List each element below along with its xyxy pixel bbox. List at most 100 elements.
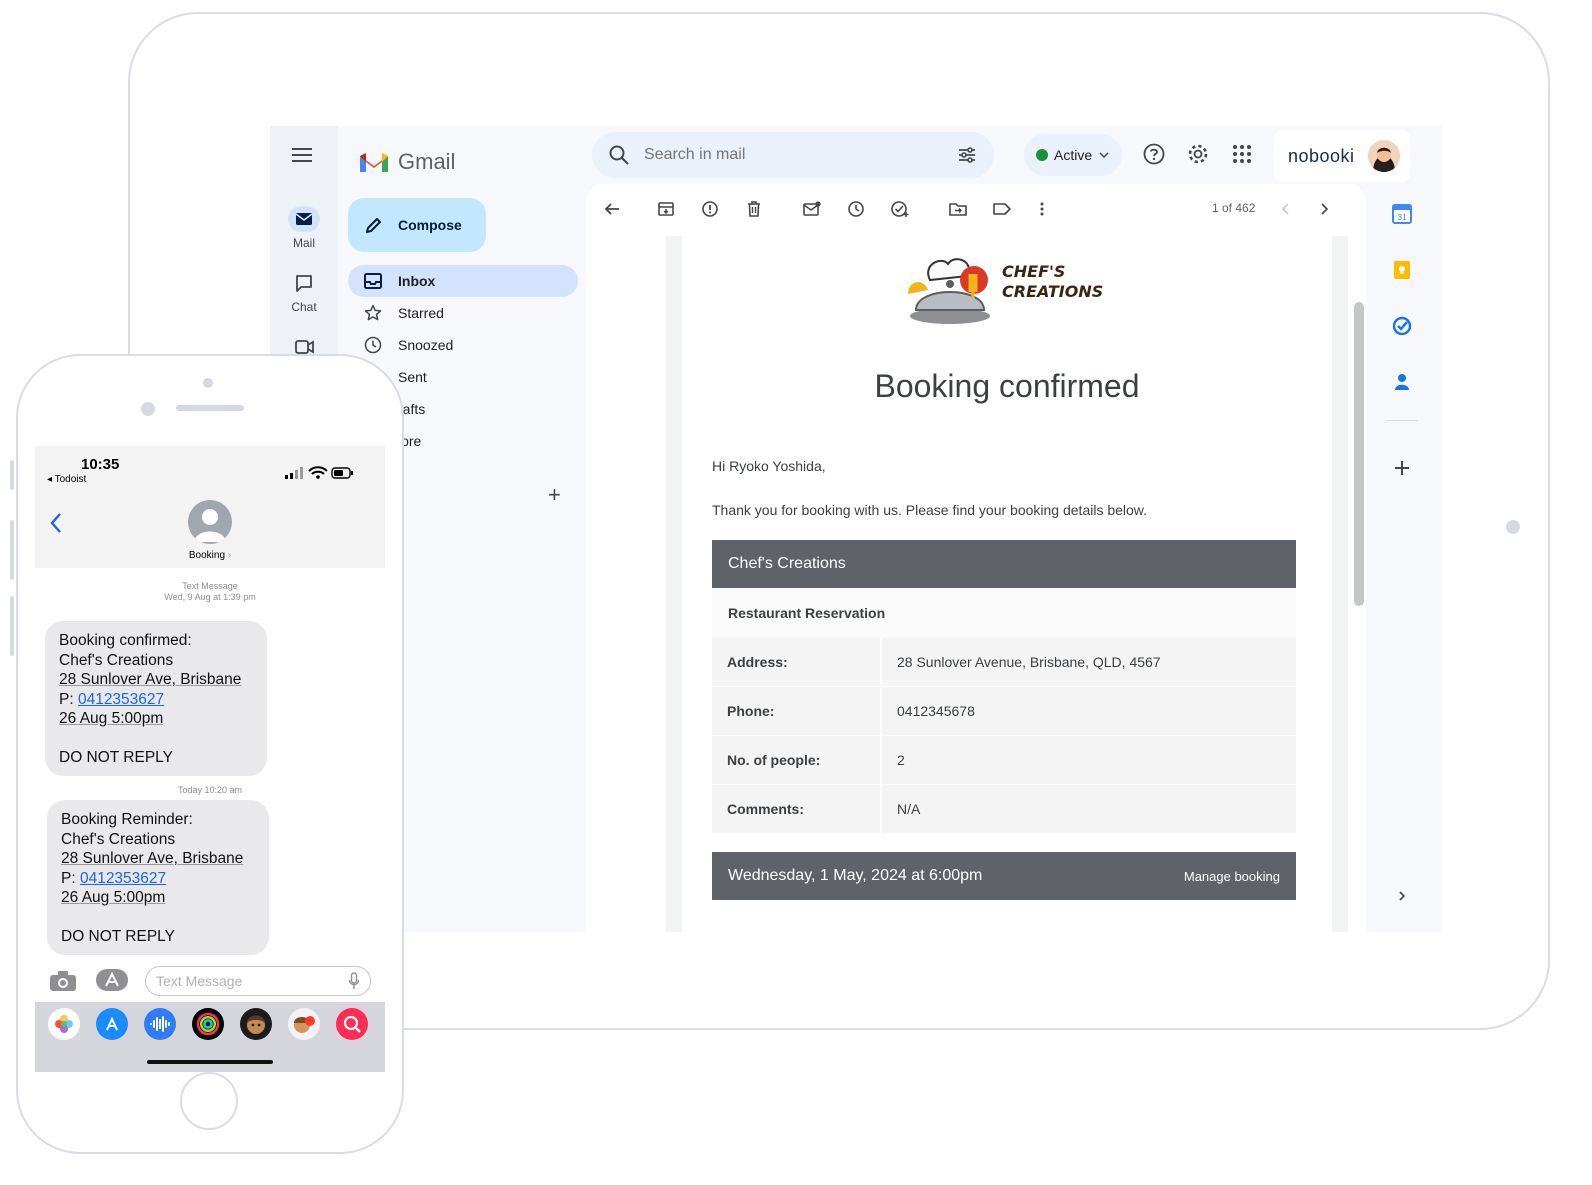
filter-options-icon[interactable]	[956, 144, 978, 166]
logo-line-2: CREATIONS	[1002, 282, 1104, 301]
user-avatar	[1368, 140, 1400, 172]
row-key: Address:	[727, 654, 788, 670]
message-address[interactable]: 28 Sunlover Ave, Brisbane	[61, 849, 255, 869]
nav-starred-label: Starred	[398, 305, 444, 321]
snooze-clock-icon[interactable]	[844, 197, 868, 221]
booking-row-address: Address: 28 Sunlover Avenue, Brisbane, Q…	[712, 638, 1296, 687]
svg-text:31: 31	[1398, 213, 1407, 222]
add-task-icon[interactable]	[888, 197, 912, 221]
add-addon-icon[interactable]	[1390, 456, 1414, 480]
newer-chevron-icon[interactable]	[1274, 197, 1298, 221]
main-menu-icon[interactable]	[292, 146, 314, 169]
label-icon[interactable]	[990, 197, 1014, 221]
phone-home-button[interactable]	[180, 1072, 238, 1130]
older-chevron-icon[interactable]	[1312, 197, 1336, 221]
account-switcher[interactable]: nobooki	[1274, 130, 1410, 182]
restaurant-logo: CHEF'S CREATIONS	[902, 244, 1142, 324]
back-arrow-icon[interactable]	[600, 197, 624, 221]
message-phone-link[interactable]: 0412353627	[78, 691, 164, 708]
row-value: N/A	[897, 801, 921, 817]
contacts-icon[interactable]	[1390, 370, 1414, 394]
report-spam-icon[interactable]	[698, 197, 722, 221]
message-address[interactable]: 28 Sunlover Ave, Brisbane	[59, 670, 253, 690]
manage-booking-link[interactable]: Manage booking	[1184, 869, 1280, 884]
back-to-app-link[interactable]: ◂ Todoist	[47, 474, 86, 485]
app-store-icon[interactable]	[96, 1008, 128, 1040]
message-phone-line: P: 0412353627	[61, 869, 255, 889]
settings-gear-icon[interactable]	[1184, 140, 1212, 168]
archive-icon[interactable]	[654, 197, 678, 221]
status-dropdown[interactable]: Active	[1024, 134, 1122, 176]
message-bubble-2[interactable]: Booking Reminder: Chef's Creations 28 Su…	[47, 800, 269, 955]
mail-icon	[288, 206, 320, 232]
contact-name-text: Booking	[188, 550, 226, 561]
booking-row-comments: Comments: N/A	[712, 785, 1296, 834]
inbox-icon	[364, 273, 382, 289]
imessage-app-tray	[35, 1002, 385, 1072]
status-time: 10:35	[81, 456, 120, 473]
gmail-logo[interactable]: Gmail	[358, 142, 455, 182]
nav-inbox-label: Inbox	[398, 273, 436, 289]
phone-prefix: P:	[61, 869, 80, 887]
messages-header: 10:35 ◂ Todoist Booking ›	[35, 446, 385, 568]
search-bar[interactable]	[592, 132, 994, 178]
chevron-right-icon: ›	[225, 550, 232, 561]
keep-icon[interactable]	[1390, 258, 1414, 282]
trash-icon[interactable]	[742, 197, 766, 221]
nav-inbox[interactable]: Inbox	[348, 265, 578, 297]
message-phone-link[interactable]: 0412353627	[80, 870, 166, 887]
add-label-icon[interactable]: +	[548, 482, 561, 508]
memoji-stickers-icon[interactable]	[288, 1008, 320, 1040]
message-date[interactable]: 26 Aug 5:00pm	[59, 709, 253, 729]
tasks-icon[interactable]	[1390, 314, 1414, 338]
meta-line: Text Message	[182, 581, 238, 591]
message-input[interactable]: Text Message	[145, 966, 371, 996]
message-line: Booking confirmed:	[59, 632, 192, 649]
search-input[interactable]	[642, 145, 944, 165]
message-bubble-1[interactable]: Booking confirmed: Chef's Creations 28 S…	[45, 621, 267, 776]
phone-volume-down	[10, 596, 14, 656]
contact-avatar[interactable]	[188, 500, 232, 544]
message-toolbar: 1 of 462	[586, 184, 1366, 234]
message-date[interactable]: 26 Aug 5:00pm	[61, 888, 255, 908]
compose-button[interactable]: Compose	[348, 198, 486, 252]
rail-chat[interactable]: Chat	[270, 270, 338, 314]
app-store-apps-icon[interactable]	[95, 968, 129, 992]
message-line: Booking Reminder:	[61, 811, 193, 828]
contact-name[interactable]: Booking ›	[35, 550, 385, 561]
microphone-icon[interactable]	[348, 972, 360, 990]
memoji-icon[interactable]	[240, 1008, 272, 1040]
meta-line: Wed, 9 Aug at 1:39 pm	[164, 592, 256, 602]
status-icons	[285, 466, 353, 479]
calendar-icon[interactable]: 31	[1390, 202, 1414, 226]
home-indicator[interactable]	[147, 1060, 273, 1064]
email-body: CHEF'S CREATIONS Booking confirmed Hi Ry…	[666, 236, 1348, 932]
side-divider	[1386, 420, 1418, 421]
gmail-wordmark: Gmail	[398, 149, 456, 174]
more-vertical-icon[interactable]	[1030, 197, 1054, 221]
mark-unread-icon[interactable]	[800, 197, 824, 221]
back-chevron-icon[interactable]	[49, 512, 63, 534]
pane-scrollbar[interactable]	[1354, 302, 1364, 606]
audio-message-icon[interactable]	[144, 1008, 176, 1040]
move-to-folder-icon[interactable]	[946, 197, 970, 221]
nav-starred[interactable]: Starred	[348, 297, 578, 329]
rail-mail[interactable]: Mail	[270, 206, 338, 250]
help-icon[interactable]	[1140, 140, 1168, 168]
camera-icon[interactable]	[49, 970, 77, 992]
booking-card-subtitle: Restaurant Reservation	[712, 588, 1296, 638]
nav-snoozed[interactable]: Snoozed	[348, 329, 578, 361]
fitness-rings-icon[interactable]	[192, 1008, 224, 1040]
email-title: Booking confirmed	[874, 368, 1140, 404]
clock-icon	[364, 336, 382, 354]
chat-icon	[288, 270, 320, 296]
message-input-placeholder: Text Message	[156, 973, 243, 989]
phone-speaker	[176, 405, 244, 411]
star-icon	[364, 304, 382, 321]
expand-panel-chevron-icon[interactable]	[1390, 884, 1414, 908]
pencil-icon	[366, 218, 381, 233]
gmail-m-icon	[360, 153, 388, 172]
image-search-icon[interactable]	[336, 1008, 368, 1040]
photos-app-icon[interactable]	[48, 1008, 80, 1040]
apps-grid-icon[interactable]	[1228, 140, 1256, 168]
